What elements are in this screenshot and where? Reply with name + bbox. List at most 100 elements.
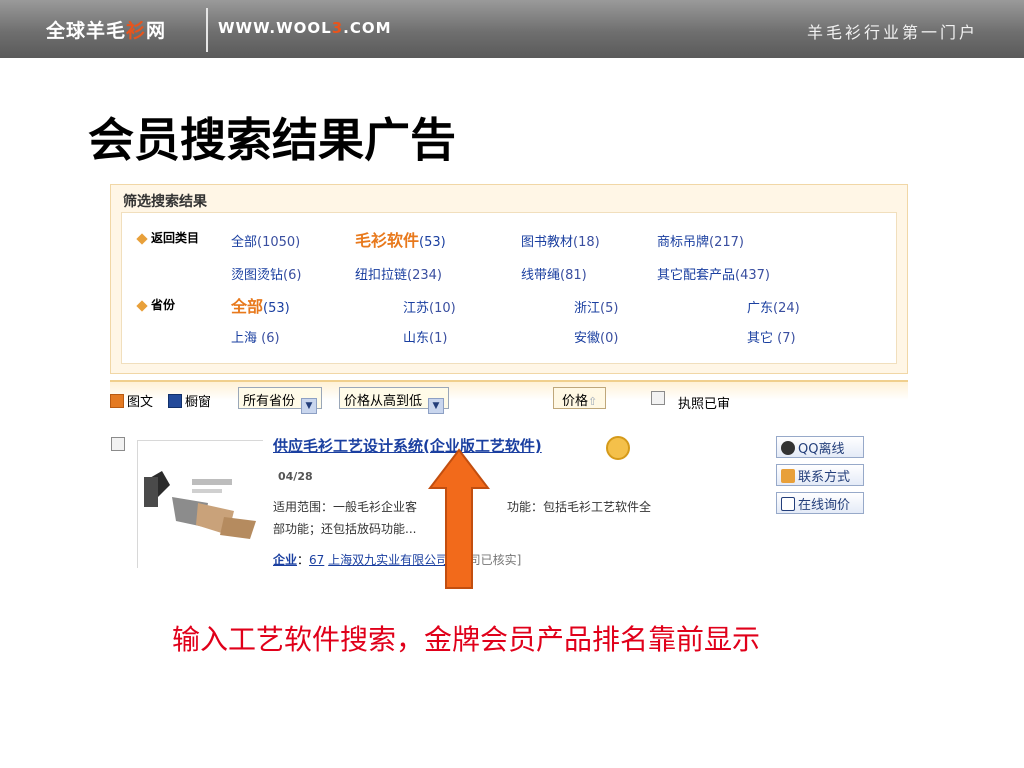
slide-caption: 输入工艺软件搜索，金牌会员产品排名靠前显示: [172, 623, 761, 656]
result-scope: 适用范围：一般毛衫企业客: [273, 500, 418, 514]
province-item-guangdong[interactable]: 广东(24): [747, 297, 800, 316]
province-item-anhui[interactable]: 安徽(0): [574, 327, 618, 346]
qq-button[interactable]: QQ离线: [776, 436, 864, 458]
view-grid-button[interactable]: 橱窗: [168, 391, 211, 410]
province-name: 全部: [231, 297, 264, 316]
category-name: 烫图烫钻: [231, 268, 284, 283]
province-select-value: 所有省份: [243, 394, 296, 409]
inquiry-button[interactable]: 在线询价: [776, 492, 864, 514]
url-text-b: .COM: [343, 19, 392, 37]
province-count: (6): [257, 331, 280, 346]
qq-icon: [781, 441, 795, 455]
province-item-other[interactable]: 其它 (7): [747, 327, 796, 346]
result-title-link[interactable]: 供应毛衫工艺设计系统(企业版工艺软件): [273, 435, 542, 456]
url-text-a: WWW.WOOL: [218, 19, 332, 37]
category-item-hotfix[interactable]: 烫图烫钻(6): [231, 264, 301, 283]
license-checkbox[interactable]: [651, 391, 665, 405]
category-item-buttons[interactable]: 纽扣拉链(234): [355, 264, 442, 283]
logo-text-b: 网: [146, 20, 167, 42]
province-select[interactable]: 所有省份 ▼: [238, 387, 323, 414]
province-item-shandong[interactable]: 山东(1): [403, 327, 447, 346]
filter-panel-title: 筛选搜索结果: [123, 194, 207, 210]
category-item-software[interactable]: 毛衫软件(53): [355, 227, 446, 251]
category-count: (81): [560, 268, 587, 283]
province-item-shanghai[interactable]: 上海 (6): [231, 327, 280, 346]
view-list-button[interactable]: 图文: [110, 391, 153, 410]
product-thumbnail[interactable]: [137, 440, 264, 569]
result-select-checkbox[interactable]: [111, 437, 125, 451]
company-separator: ：: [297, 553, 310, 567]
chevron-down-icon: ▼: [301, 398, 318, 414]
category-count: (6): [283, 268, 302, 283]
contact-button[interactable]: 联系方式: [776, 464, 864, 486]
url-text-highlight: 3: [331, 19, 344, 37]
province-name: 浙江: [574, 301, 601, 316]
site-url[interactable]: WWW.WOOL3.COM: [218, 19, 392, 37]
site-logo[interactable]: 全球羊毛衫网: [46, 16, 166, 43]
category-name: 全部: [231, 235, 258, 250]
province-item-all[interactable]: 全部(53): [231, 293, 290, 317]
category-count: (234): [407, 268, 442, 283]
bullet-icon: [136, 232, 148, 245]
qq-button-label: QQ离线: [798, 442, 845, 457]
price-sort-button[interactable]: 价格⇧: [553, 387, 607, 409]
province-name: 江苏: [403, 301, 430, 316]
top-banner: 全球羊毛衫网 WWW.WOOL3.COM 羊毛衫行业第一门户: [0, 0, 1024, 58]
inquiry-button-label: 在线询价: [798, 498, 851, 513]
view-grid-label: 橱窗: [185, 395, 212, 410]
province-item-jiangsu[interactable]: 江苏(10): [403, 297, 456, 316]
province-count: (53): [263, 301, 290, 316]
up-arrow-icon: [428, 448, 490, 589]
province-name: 安徽: [574, 331, 601, 346]
price-sort-label: 价格: [562, 394, 589, 409]
result-desc-continued: 部功能；还包括放码功能...: [273, 522, 417, 536]
category-name: 图书教材: [521, 235, 574, 250]
contact-button-label: 联系方式: [798, 470, 851, 485]
province-item-zhejiang[interactable]: 浙江(5): [574, 297, 618, 316]
bullet-icon: [136, 299, 148, 312]
banner-tagline: 羊毛衫行业第一门户: [806, 23, 978, 42]
category-item-ribbons[interactable]: 线带绳(81): [521, 264, 587, 283]
inquiry-pen-icon: [781, 497, 795, 511]
category-name: 纽扣拉链: [355, 268, 408, 283]
category-count: (437): [735, 268, 770, 283]
province-count: (24): [773, 301, 800, 316]
category-item-other[interactable]: 其它配套产品(437): [657, 264, 770, 283]
gold-member-badge-icon: [606, 436, 630, 460]
list-view-icon: [110, 394, 124, 408]
category-count: (53): [419, 235, 446, 250]
banner-divider: [206, 8, 208, 52]
category-item-all[interactable]: 全部(1050): [231, 231, 300, 250]
province-name: 广东: [747, 301, 774, 316]
province-count: (5): [600, 301, 619, 316]
company-count-link[interactable]: 67: [309, 553, 324, 567]
license-checkbox-label: 执照已审: [678, 397, 731, 412]
result-date: 04/28: [278, 470, 313, 483]
province-count: (7): [773, 331, 796, 346]
toolbar-background: [110, 382, 908, 400]
category-name: 商标吊牌: [657, 235, 710, 250]
price-select-value: 价格从高到低: [344, 394, 423, 409]
province-name: 上海: [231, 331, 258, 346]
price-order-select[interactable]: 价格从高到低 ▼: [339, 387, 450, 414]
category-item-labels[interactable]: 商标吊牌(217): [657, 231, 744, 250]
slide-title: 会员搜索结果广告: [88, 113, 456, 167]
sort-up-icon: ⇧: [588, 395, 598, 408]
company-label: 企业: [273, 553, 298, 567]
product-image: [138, 441, 264, 569]
province-row-label: 省份: [136, 296, 176, 313]
view-list-label: 图文: [127, 395, 154, 410]
province-count: (10): [429, 301, 456, 316]
province-count: (1): [429, 331, 448, 346]
category-item-books[interactable]: 图书教材(18): [521, 231, 600, 250]
category-name: 毛衫软件: [355, 231, 420, 250]
category-count: (18): [573, 235, 600, 250]
province-name: 山东: [403, 331, 430, 346]
province-name: 其它: [747, 331, 774, 346]
province-count: (0): [600, 331, 619, 346]
logo-text-highlight: 衫: [126, 20, 147, 42]
chevron-down-icon: ▼: [428, 398, 445, 414]
category-count: (1050): [257, 235, 301, 250]
province-label-text: 省份: [151, 298, 176, 312]
category-count: (217): [709, 235, 744, 250]
